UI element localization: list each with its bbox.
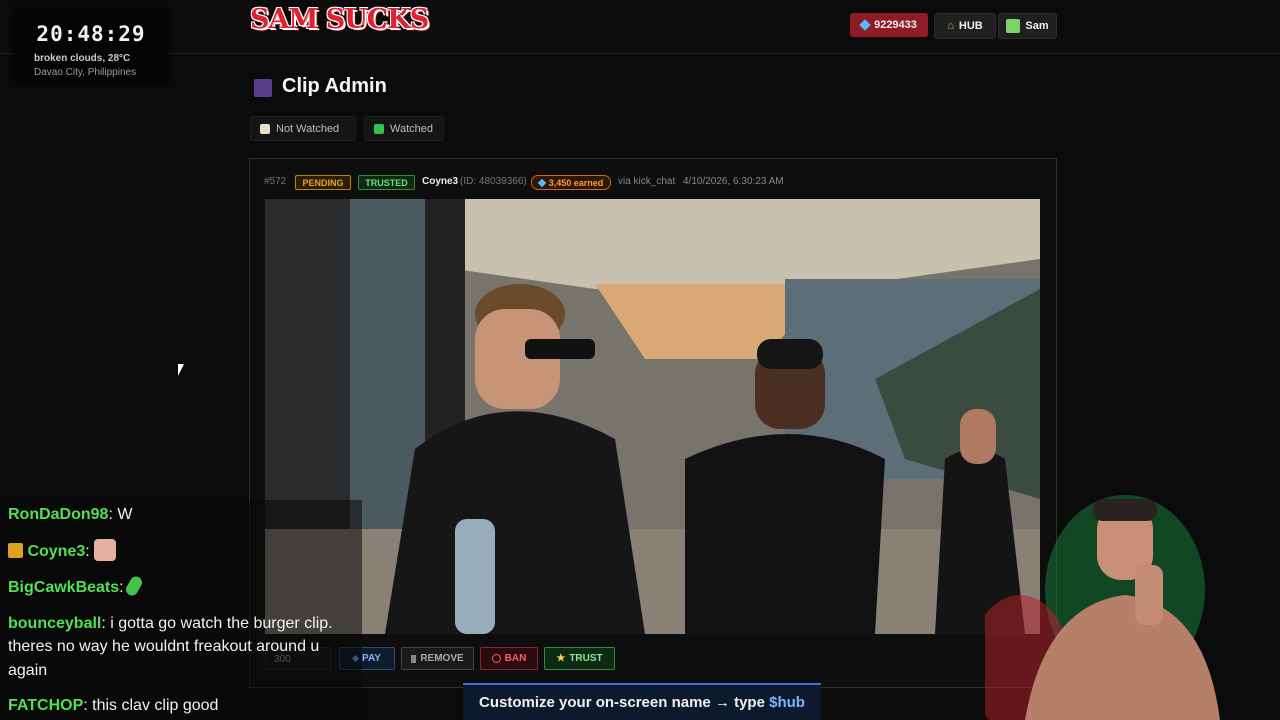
filter-watched[interactable]: Watched bbox=[364, 116, 444, 141]
mouse-cursor-icon bbox=[178, 364, 190, 376]
stream-banner: Customize your on-screen name → type $hu… bbox=[463, 683, 821, 720]
emote-face-icon bbox=[94, 539, 117, 561]
banner-command: $hub bbox=[769, 694, 805, 711]
chat-message: RonDaDon98: W bbox=[8, 506, 133, 523]
chat-message: BigCawkBeats: bbox=[8, 574, 145, 599]
clock-widget: 20:48:29 broken clouds, 28°C Davao City,… bbox=[14, 10, 168, 82]
ban-icon bbox=[491, 654, 501, 663]
star-icon: ★ bbox=[556, 653, 566, 664]
clipboard-icon bbox=[260, 123, 270, 134]
trusted-badge: TRUSTED bbox=[358, 175, 415, 190]
gift-icon bbox=[8, 543, 23, 558]
trust-label: TRUST bbox=[569, 653, 603, 664]
gems-balance-button[interactable]: 9229433 bbox=[850, 13, 928, 37]
check-icon bbox=[374, 123, 384, 134]
filter-label: Watched bbox=[390, 122, 434, 135]
top-navbar bbox=[0, 0, 1280, 54]
trust-button[interactable]: ★ TRUST bbox=[544, 647, 615, 670]
chat-text-continued: theres no way he wouldnt freakout around… bbox=[8, 638, 320, 655]
clapperboard-icon bbox=[254, 79, 272, 97]
chat-text: i gotta go watch the burger clip. bbox=[110, 615, 333, 632]
clip-source: via kick_chat bbox=[618, 176, 676, 187]
pay-label: PAY bbox=[362, 653, 381, 664]
chat-text: W bbox=[117, 506, 133, 523]
clip-number: #572 bbox=[264, 176, 287, 187]
status-badge: PENDING bbox=[295, 175, 351, 190]
chat-text: this clav clip good bbox=[92, 697, 219, 714]
clock-time: 20:48:29 bbox=[36, 22, 146, 46]
remove-button[interactable]: REMOVE bbox=[401, 647, 474, 670]
chat-username: BigCawkBeats bbox=[8, 579, 120, 596]
site-logo[interactable]: SAM SUCKS bbox=[250, 4, 429, 35]
banner-text: Customize your on-screen name → type bbox=[479, 694, 765, 711]
hub-label: HUB bbox=[958, 20, 983, 32]
home-icon: ⌂ bbox=[947, 20, 954, 32]
ban-label: BAN bbox=[504, 653, 527, 664]
gem-icon bbox=[537, 178, 546, 187]
webcam-overlay bbox=[985, 495, 1220, 720]
filter-not-watched[interactable]: Not Watched bbox=[250, 116, 356, 141]
earned-badge: 3,450 earned bbox=[531, 175, 611, 190]
weather-text: broken clouds, 28°C bbox=[34, 53, 131, 64]
clip-video-player[interactable] bbox=[265, 199, 1040, 634]
hub-button[interactable]: ⌂ HUB bbox=[934, 13, 996, 39]
chat-message: Coyne3: bbox=[8, 539, 117, 563]
remove-label: REMOVE bbox=[420, 653, 464, 664]
chat-message: FATCHOP: this clav clip good bbox=[8, 697, 219, 714]
user-menu-button[interactable]: Sam bbox=[998, 13, 1057, 39]
streamer-cam bbox=[985, 495, 1220, 720]
chat-username: RonDaDon98 bbox=[8, 506, 109, 523]
avatar bbox=[1006, 19, 1021, 33]
chat-username: FATCHOP bbox=[8, 697, 84, 714]
video-frame bbox=[265, 199, 1040, 634]
earned-text: 3,450 earned bbox=[548, 177, 604, 188]
clip-user-id: (ID: 48039366) bbox=[460, 176, 527, 187]
clip-timestamp: 4/10/2026, 6:30:23 AM bbox=[683, 176, 784, 187]
gem-icon bbox=[859, 19, 871, 31]
trash-icon bbox=[411, 654, 417, 663]
gems-count: 9229433 bbox=[874, 19, 917, 31]
chat-overlay bbox=[0, 500, 362, 720]
clip-username[interactable]: Coyne3 bbox=[422, 176, 458, 187]
location-text: Davao City, Philippines bbox=[34, 67, 137, 78]
page-title: Clip Admin bbox=[282, 75, 387, 97]
chat-username: Coyne3 bbox=[27, 543, 86, 560]
filter-label: Not Watched bbox=[276, 122, 340, 135]
user-name: Sam bbox=[1025, 20, 1049, 32]
ban-button[interactable]: BAN bbox=[480, 647, 538, 670]
chat-username: bounceyball bbox=[8, 615, 102, 632]
chat-text-continued: again bbox=[8, 662, 48, 679]
chat-message: bounceyball: i gotta go watch the burger… bbox=[8, 615, 333, 632]
